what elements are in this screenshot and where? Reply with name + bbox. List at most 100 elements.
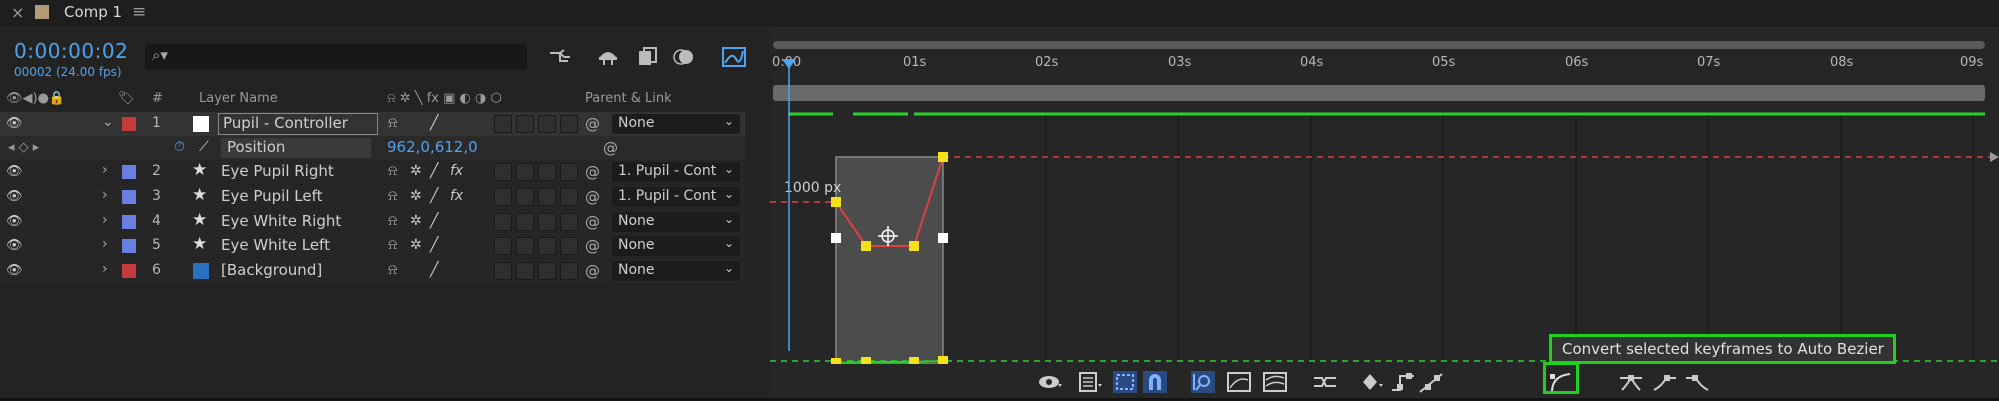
motion-blur-switch[interactable] [516,188,534,206]
quality-switch-icon[interactable]: ╱ [430,213,438,229]
keyframe-handle[interactable] [831,197,841,207]
auto-zoom-graph-height-icon[interactable] [1190,370,1216,394]
edit-keyframe-icon[interactable] [1360,370,1386,394]
frame-blend-switch[interactable] [494,237,512,255]
label-color-swatch[interactable] [122,215,136,229]
shy-switch-icon[interactable]: ⍾ [388,115,397,131]
3d-layer-switch[interactable] [560,237,578,255]
eye-visibility-icon[interactable] [1038,370,1064,394]
parent-dropdown[interactable]: None ⌄ [612,212,740,232]
effects-switch-icon[interactable]: fx [450,188,463,204]
parent-pick-whip-icon[interactable]: @ [585,188,600,206]
effects-switch-icon[interactable]: fx [450,163,463,179]
motion-blur-icon[interactable] [672,47,696,67]
parent-pick-whip-icon[interactable]: @ [585,213,600,231]
parent-pick-whip-icon[interactable]: @ [585,237,600,255]
transform-handle[interactable] [831,233,841,243]
visibility-eye-icon[interactable]: 👁 [6,263,23,278]
motion-blur-switch[interactable] [516,262,534,280]
label-color-swatch[interactable] [122,117,136,131]
layer-name-header[interactable]: Layer Name [199,91,278,106]
graph-editor-toggle-icon[interactable] [722,47,746,67]
stopwatch-icon[interactable]: ⏱ [174,139,185,155]
motion-blur-switch[interactable] [516,163,534,181]
collapse-switch-icon[interactable]: ✲ [410,163,422,179]
parent-pick-whip-icon[interactable]: @ [585,262,600,280]
parent-dropdown[interactable]: 1. Pupil - Cont ⌄ [612,187,740,207]
twirl-right-icon[interactable]: › [102,212,108,228]
shy-switch-icon[interactable]: ⍾ [388,237,397,253]
adjustment-layer-switch[interactable] [538,163,556,181]
fit-all-graphs-icon[interactable] [1262,370,1288,394]
shy-switch-icon[interactable]: ⍾ [388,262,397,278]
pick-whip-icon[interactable]: @ [603,139,618,157]
parent-dropdown[interactable]: None ⌄ [612,114,740,134]
layer-row[interactable]: 👁 › 2 ★ Eye Pupil Right ⍾ ✲ ╱ fx @1. Pupil - Cont… [0,160,745,184]
3d-layer-switch[interactable] [560,115,578,133]
parent-dropdown[interactable]: 1. Pupil - Cont ⌄ [612,162,740,182]
layer-name[interactable]: Eye White Right [221,212,341,230]
twirl-right-icon[interactable]: › [102,261,108,277]
separate-dimensions-icon[interactable] [1312,370,1338,394]
layer-row[interactable]: 👁 ⌄ 1 Pupil - Controller ⍾ ╱ @ None ⌄ [0,112,745,136]
layer-row[interactable]: 👁 › 6 [Background] ⍾ ╱ @ None ⌄ [0,259,745,283]
frame-blend-switch[interactable] [494,115,512,133]
position-value[interactable]: 962,0,612,0 [387,138,478,162]
adjustment-layer-switch[interactable] [538,262,556,280]
layer-name[interactable]: [Background] [221,261,322,279]
frame-blend-switch[interactable] [494,213,512,231]
frame-blending-icon[interactable] [636,47,660,67]
3d-layer-switch[interactable] [560,213,578,231]
hold-keyframes-icon[interactable] [1390,370,1416,394]
easy-ease-icon[interactable] [1618,370,1644,394]
graph-toggle-icon[interactable]: ⟋ [199,139,209,155]
keyframe-handle[interactable] [861,241,871,251]
parent-dropdown[interactable]: None ⌄ [612,261,740,281]
3d-layer-switch[interactable] [560,262,578,280]
3d-layer-switch[interactable] [560,163,578,181]
layer-name[interactable]: Eye Pupil Right [221,162,334,180]
visibility-eye-icon[interactable]: 👁 [6,238,23,253]
visibility-eye-icon[interactable]: 👁 [6,164,23,179]
snapping-icon[interactable] [1142,370,1168,394]
motion-blur-switch[interactable] [516,213,534,231]
auto-bezier-button-highlight[interactable] [1543,362,1579,394]
composition-tab-title[interactable]: Comp 1 [64,3,122,21]
layer-name[interactable]: Pupil - Controller [218,113,378,135]
keyframe-handle[interactable] [938,152,948,162]
collapse-switch-icon[interactable]: ✲ [410,213,422,229]
layer-search-input[interactable] [145,44,527,70]
adjustment-layer-switch[interactable] [538,237,556,255]
motion-blur-switch[interactable] [516,237,534,255]
collapse-switch-icon[interactable]: ✲ [410,188,422,204]
label-color-swatch[interactable] [122,239,136,253]
time-navigator-bar[interactable] [773,41,1985,49]
quality-switch-icon[interactable]: ╱ [430,115,438,131]
twirl-right-icon[interactable]: › [102,187,108,203]
collapse-switch-icon[interactable]: ✲ [410,237,422,253]
keyframe-nav-icons[interactable]: ◂ ◇ ▸ [8,140,39,155]
shy-switch-icon[interactable]: ⍾ [388,188,397,204]
parent-pick-whip-icon[interactable]: @ [585,115,600,133]
twirl-right-icon[interactable]: › [102,162,108,178]
quality-switch-icon[interactable]: ╱ [430,188,438,204]
quality-switch-icon[interactable]: ╱ [430,163,438,179]
work-area-bar[interactable] [773,85,1985,101]
parent-pick-whip-icon[interactable]: @ [585,163,600,181]
layer-name[interactable]: Eye Pupil Left [221,187,322,205]
frame-blend-switch[interactable] [494,163,512,181]
transform-handle[interactable] [938,233,948,243]
keyframe-handle[interactable] [909,241,919,251]
layer-row[interactable]: 👁 › 3 ★ Eye Pupil Left ⍾ ✲ ╱ fx @1. Pupil - Cont ⌄ [0,185,745,209]
linear-keyframes-icon[interactable] [1418,370,1444,394]
easy-ease-in-icon[interactable] [1652,370,1678,394]
keyframe-selection-box[interactable] [835,156,944,365]
transform-box-icon[interactable] [1112,370,1138,394]
visibility-eye-icon[interactable]: 👁 [6,214,23,229]
current-time-indicator[interactable] [780,55,800,355]
adjustment-layer-switch[interactable] [538,213,556,231]
label-color-swatch[interactable] [122,165,136,179]
3d-layer-switch[interactable] [560,188,578,206]
shy-switch-icon[interactable]: ⍾ [388,213,397,229]
graph-editor-canvas[interactable]: 1000 px [770,112,1999,367]
